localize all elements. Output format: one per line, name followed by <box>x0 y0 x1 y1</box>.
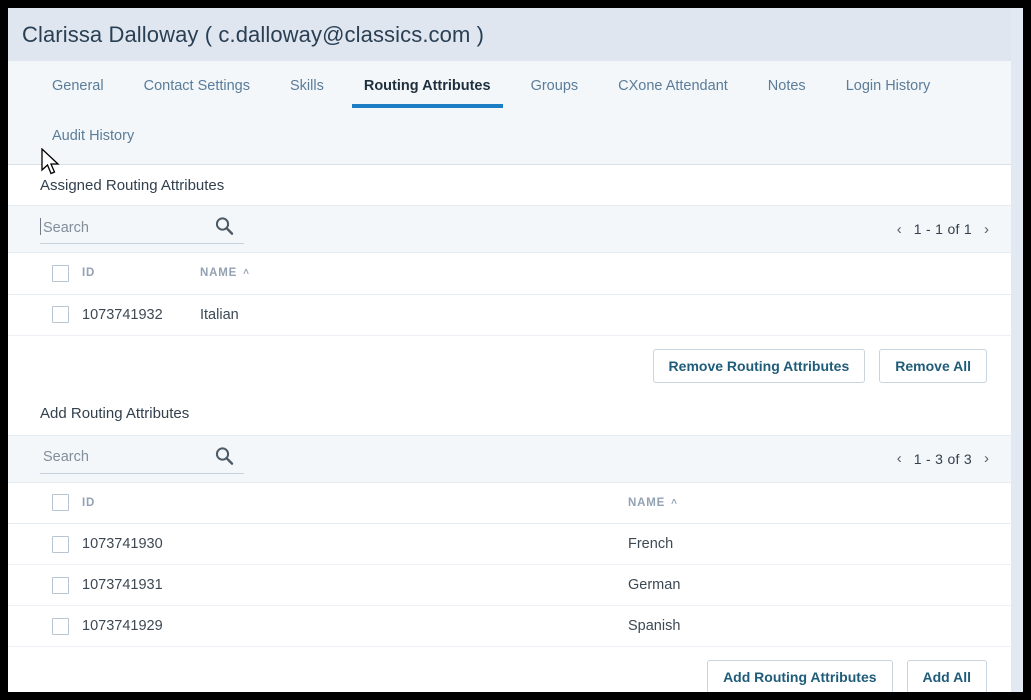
search-icon[interactable] <box>214 446 234 466</box>
assigned-table-header-row: ID NAME ˄ <box>8 253 1011 295</box>
assigned-pagination: ‹ 1 - 1 of 1 › <box>889 219 997 240</box>
add-page-range: 1 - 3 of 3 <box>913 450 972 467</box>
add-row-checkbox-cell <box>8 523 82 565</box>
tab-groups[interactable]: Groups <box>519 78 591 108</box>
add-all-button[interactable]: Add All <box>906 660 987 692</box>
assigned-column-id-label: ID <box>82 267 96 280</box>
tab-login-history[interactable]: Login History <box>834 78 943 108</box>
assigned-toolbar: ‹ 1 - 1 of 1 › <box>8 205 1011 253</box>
next-page-icon[interactable]: › <box>976 219 997 240</box>
tab-skills[interactable]: Skills <box>278 78 336 108</box>
tab-bar: General Contact Settings Skills Routing … <box>8 61 1011 165</box>
assigned-search-input[interactable] <box>40 219 200 238</box>
tab-row-primary: General Contact Settings Skills Routing … <box>8 78 1011 108</box>
add-row-id: 1073741930 <box>82 523 628 565</box>
add-column-name[interactable]: NAME ˄ <box>628 482 1011 524</box>
add-table-header-row: ID NAME ˄ <box>8 482 1011 524</box>
row-checkbox[interactable] <box>52 576 69 594</box>
page-title: Clarissa Dalloway ( c.dalloway@classics.… <box>22 21 485 47</box>
content-card: Assigned Routing Attributes ‹ 1 - 1 of 1 <box>8 165 1011 692</box>
add-column-id-label: ID <box>82 496 96 509</box>
add-section-title: Add Routing Attributes <box>40 404 190 422</box>
next-page-icon[interactable]: › <box>976 448 997 469</box>
assigned-section-title: Assigned Routing Attributes <box>40 177 225 194</box>
row-checkbox[interactable] <box>52 306 69 323</box>
page-container: Clarissa Dalloway ( c.dalloway@classics.… <box>8 8 1023 692</box>
assigned-table: ID NAME ˄ 1073741932 Italian <box>8 253 1011 336</box>
page-header: Clarissa Dalloway ( c.dalloway@classics.… <box>8 8 1011 61</box>
add-toolbar: ‹ 1 - 3 of 3 › <box>8 434 1011 483</box>
assigned-button-bar: Remove Routing Attributes Remove All <box>8 335 1011 383</box>
row-checkbox[interactable] <box>52 617 69 635</box>
add-column-name-label: NAME <box>628 496 666 509</box>
prev-page-icon[interactable]: ‹ <box>889 448 910 469</box>
tab-row-secondary: Audit History <box>8 128 1011 158</box>
add-button-bar: Add Routing Attributes Add All <box>8 647 1011 692</box>
assigned-row-checkbox-cell <box>8 294 82 336</box>
select-all-checkbox[interactable] <box>52 264 69 282</box>
assigned-column-name-label: NAME <box>200 267 238 280</box>
table-row[interactable]: 1073741931 German <box>8 564 1011 606</box>
table-row[interactable]: 1073741932 Italian <box>8 294 1011 336</box>
add-search-wrapper[interactable] <box>40 444 244 474</box>
assigned-page-range: 1 - 1 of 1 <box>913 221 972 237</box>
add-row-name: Spanish <box>628 605 1011 647</box>
assigned-select-all-header <box>8 253 82 295</box>
add-row-checkbox-cell <box>8 564 82 606</box>
add-row-id: 1073741929 <box>82 605 628 647</box>
table-row[interactable]: 1073741930 French <box>8 523 1011 565</box>
sort-ascending-icon: ˄ <box>243 267 250 279</box>
add-row-name: German <box>628 564 1011 606</box>
assigned-column-name[interactable]: NAME ˄ <box>200 253 1011 295</box>
select-all-checkbox[interactable] <box>52 494 69 512</box>
add-row-name: French <box>628 523 1011 565</box>
assigned-search-wrapper[interactable] <box>40 214 244 244</box>
add-row-checkbox-cell <box>8 605 82 647</box>
prev-page-icon[interactable]: ‹ <box>889 219 910 240</box>
add-select-all-header <box>8 482 82 524</box>
tab-cxone-attendant[interactable]: CXone Attendant <box>606 78 740 108</box>
add-pagination: ‹ 1 - 3 of 3 › <box>889 448 997 469</box>
row-checkbox[interactable] <box>52 535 69 553</box>
add-table: ID NAME ˄ 1073741930 French 1073741931 G… <box>8 482 1011 647</box>
screen: Clarissa Dalloway ( c.dalloway@classics.… <box>0 0 1031 700</box>
tab-contact-settings[interactable]: Contact Settings <box>132 78 262 108</box>
sort-ascending-icon: ˄ <box>671 496 678 508</box>
add-column-id[interactable]: ID <box>82 482 628 524</box>
search-icon[interactable] <box>214 216 234 236</box>
remove-all-button[interactable]: Remove All <box>879 348 987 383</box>
add-row-id: 1073741931 <box>82 564 628 606</box>
text-caret <box>40 218 41 235</box>
tab-routing-attributes[interactable]: Routing Attributes <box>351 78 503 108</box>
table-row[interactable]: 1073741929 Spanish <box>8 605 1011 647</box>
remove-routing-attributes-button[interactable]: Remove Routing Attributes <box>652 348 866 383</box>
assigned-row-id: 1073741932 <box>82 294 200 336</box>
tab-audit-history[interactable]: Audit History <box>40 128 146 158</box>
add-routing-attributes-button[interactable]: Add Routing Attributes <box>707 660 893 692</box>
assigned-row-name: Italian <box>200 294 1011 336</box>
assigned-column-id[interactable]: ID <box>82 253 200 295</box>
tab-notes[interactable]: Notes <box>756 78 818 108</box>
tab-general[interactable]: General <box>40 78 116 108</box>
add-search-input[interactable] <box>40 449 200 467</box>
